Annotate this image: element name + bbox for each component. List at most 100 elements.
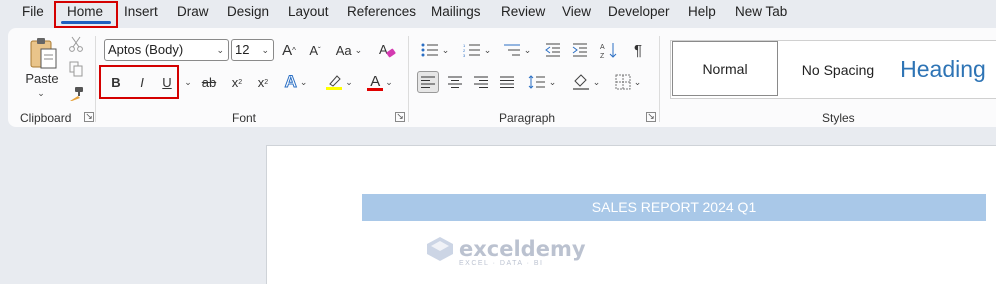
styles-group-label: Styles xyxy=(822,111,855,125)
underline-button[interactable]: U xyxy=(158,72,176,92)
cut-icon[interactable] xyxy=(67,35,85,53)
bold-button[interactable]: B xyxy=(107,72,125,92)
justify-icon[interactable] xyxy=(496,71,518,93)
chevron-down-icon: ⌄ xyxy=(299,76,308,87)
paragraph-group-label: Paragraph xyxy=(499,111,556,125)
shading-button[interactable]: ⌄ xyxy=(569,71,603,93)
paste-dropdown-icon[interactable]: ⌄ xyxy=(36,88,46,98)
increase-indent-icon[interactable] xyxy=(570,40,590,60)
menu-bar: File Home Insert Draw Design Layout Refe… xyxy=(0,0,996,26)
divider xyxy=(95,36,96,122)
align-right-icon[interactable] xyxy=(470,71,492,93)
paste-icon[interactable] xyxy=(26,36,60,70)
format-painter-icon[interactable] xyxy=(67,85,85,103)
svg-text:A: A xyxy=(600,44,605,51)
chevron-down-icon: ⌄ xyxy=(633,76,642,87)
sort-icon[interactable]: AZ xyxy=(598,40,620,60)
tab-references[interactable]: References xyxy=(347,4,416,19)
line-spacing-icon xyxy=(528,75,545,89)
font-name-combo[interactable]: Aptos (Body) ⌄ xyxy=(104,39,229,61)
tab-file[interactable]: File xyxy=(22,4,44,19)
style-heading[interactable]: Heading xyxy=(893,41,993,98)
tab-review[interactable]: Review xyxy=(501,4,545,19)
decrease-indent-icon[interactable] xyxy=(543,40,563,60)
watermark-name: exceldemy xyxy=(459,237,586,261)
exceldemy-logo-icon xyxy=(427,237,453,261)
change-case-label: Aa xyxy=(335,42,352,58)
subscript-button[interactable]: x2 xyxy=(228,72,246,92)
chevron-down-icon: ⌄ xyxy=(523,44,532,55)
bullets-button[interactable]: ⌄ xyxy=(418,40,452,60)
strikethrough-button[interactable]: ab xyxy=(199,72,219,92)
bullets-icon xyxy=(421,43,438,57)
text-effects-button[interactable]: A ⌄ xyxy=(281,72,311,92)
chevron-down-icon: ⌄ xyxy=(354,44,363,55)
paint-bucket-icon xyxy=(572,74,589,90)
change-case-button[interactable]: Aa ⌄ xyxy=(333,40,365,60)
tab-mailings[interactable]: Mailings xyxy=(431,4,481,19)
svg-text:A: A xyxy=(379,42,388,57)
chevron-down-icon: ⌄ xyxy=(385,76,393,87)
tab-new-tab[interactable]: New Tab xyxy=(735,4,787,19)
align-left-button[interactable] xyxy=(417,71,439,93)
style-normal-label: Normal xyxy=(702,60,748,77)
tab-design[interactable]: Design xyxy=(227,4,269,19)
tab-developer[interactable]: Developer xyxy=(608,4,670,19)
chevron-down-icon: ⌄ xyxy=(483,44,492,55)
superscript-button[interactable]: x2 xyxy=(254,72,272,92)
align-center-icon[interactable] xyxy=(444,71,466,93)
chevron-down-icon: ⌄ xyxy=(261,45,269,55)
underline-dropdown-icon[interactable]: ⌄ xyxy=(183,76,193,88)
watermark-tagline: EXCEL · DATA · BI xyxy=(459,260,544,267)
font-color-swatch xyxy=(367,88,384,91)
paste-button[interactable]: Paste xyxy=(24,70,60,86)
home-tab-highlight-box xyxy=(54,1,118,28)
shrink-font-icon[interactable]: Aˇ xyxy=(305,40,325,60)
style-no-spacing-label: No Spacing xyxy=(801,61,875,78)
divider xyxy=(659,36,660,122)
font-size-value: 12 xyxy=(235,42,250,57)
font-color-icon: A xyxy=(367,73,384,91)
align-left-icon xyxy=(421,76,435,88)
highlight-color-button[interactable]: ⌄ xyxy=(322,72,356,92)
font-color-button[interactable]: A ⌄ xyxy=(363,72,397,92)
clipboard-group-label: Clipboard xyxy=(20,111,72,125)
numbering-icon: 123 xyxy=(463,43,480,57)
font-size-combo[interactable]: 12 ⌄ xyxy=(231,39,274,61)
highlighter-icon xyxy=(326,75,343,90)
style-heading-label: Heading xyxy=(900,56,986,82)
font-group-label: Font xyxy=(232,111,257,125)
chevron-down-icon: ⌄ xyxy=(592,76,601,87)
report-title[interactable]: SALES REPORT 2024 Q1 xyxy=(362,194,986,221)
numbering-button[interactable]: 1 2 3 ⌄ xyxy=(460,40,494,60)
text-effects-icon: A xyxy=(284,72,297,92)
tab-insert[interactable]: Insert xyxy=(124,4,158,19)
watermark: exceldemy EXCEL · DATA · BI xyxy=(425,236,586,267)
borders-icon xyxy=(615,74,631,90)
divider xyxy=(408,36,409,122)
svg-text:3: 3 xyxy=(463,53,466,57)
chevron-down-icon: ⌄ xyxy=(441,44,450,55)
multilevel-list-button[interactable]: ⌄ xyxy=(500,40,534,60)
clear-formatting-icon[interactable]: A xyxy=(376,40,398,60)
multilevel-list-icon xyxy=(503,44,520,56)
grow-font-icon[interactable]: A ^ xyxy=(279,40,299,60)
tab-layout[interactable]: Layout xyxy=(288,4,329,19)
paragraph-launcher-icon[interactable]: ↘ xyxy=(646,112,656,122)
tab-help[interactable]: Help xyxy=(688,4,716,19)
chevron-down-icon: ⌄ xyxy=(216,45,224,55)
show-formatting-marks-button[interactable]: ¶ xyxy=(629,40,647,60)
tab-draw[interactable]: Draw xyxy=(177,4,209,19)
style-no-spacing[interactable]: No Spacing xyxy=(783,41,893,98)
tab-view[interactable]: View xyxy=(562,4,591,19)
borders-button[interactable]: ⌄ xyxy=(611,71,645,93)
line-spacing-button[interactable]: ⌄ xyxy=(525,71,559,93)
chevron-down-icon: ⌄ xyxy=(548,76,557,87)
font-launcher-icon[interactable]: ↘ xyxy=(395,112,405,122)
style-normal[interactable]: Normal xyxy=(672,41,778,96)
font-name-value: Aptos (Body) xyxy=(108,42,184,57)
copy-icon[interactable] xyxy=(67,60,85,78)
clipboard-launcher-icon[interactable]: ↘ xyxy=(84,112,94,122)
italic-button[interactable]: I xyxy=(133,72,151,92)
styles-gallery: Normal No Spacing Heading xyxy=(670,40,996,99)
